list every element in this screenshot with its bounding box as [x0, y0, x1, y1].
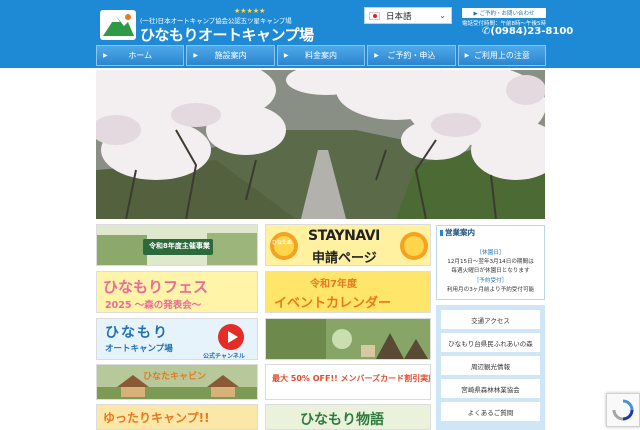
banner-hinamori-story[interactable]: ひなもり物語 — [265, 404, 431, 430]
banner-staynavi-badge: ひなたぬ — [272, 240, 293, 246]
language-select[interactable]: 日本語 ⌄ — [364, 7, 452, 24]
banner-fes-subtitle: 2025 〜森の発表会〜 — [105, 300, 202, 311]
banner-youtube-line2: オートキャンプ場 — [105, 344, 173, 354]
banner-events-title: 令和8年度主催事業 — [149, 242, 210, 250]
banner-staynavi[interactable]: ひなたぬ STAYNAVI 申請ページ — [265, 224, 431, 266]
banner-cabin-title: ひなたキャビン — [143, 372, 207, 382]
nav-facilities[interactable]: ▶ 施設案内 — [186, 45, 275, 66]
hinata-mascot-icon — [270, 232, 298, 260]
banner-youtube-channel[interactable]: ひなもり オートキャンプ場 公式チャンネル — [96, 318, 258, 360]
arrow-right-icon: ▶ — [464, 52, 470, 59]
closed-days-text-2: 毎週火曜日が休園日となります — [451, 268, 530, 274]
sidebar-menu: 交通アクセス ひなもり台県民ふれあいの森 周辺観光情報 宮崎県森林林業協会 よく… — [436, 305, 545, 430]
banner-youtube-line3: 公式チャンネル — [203, 353, 245, 360]
nav-pricing[interactable]: ▶ 料金案内 — [276, 45, 366, 66]
banner-event-calendar[interactable]: 令和7年度 イベントカレンダー — [265, 271, 431, 313]
banner-discount-text: 最大 50% OFF!! メンバーズカード割引実施中! — [272, 374, 431, 383]
banner-story-title: ひなもり物語 — [300, 412, 384, 428]
site-logo[interactable]: ★★★★★ (一社)日本オートキャンプ協会公認五ツ星キャンプ場 ひなもりオートキ… — [100, 7, 314, 44]
arrow-right-icon: ▶ — [283, 52, 289, 59]
rating-stars: ★★★★★ — [234, 7, 266, 15]
arrow-right-icon: ▶ — [193, 52, 199, 59]
banner-yuttari-camp[interactable]: ゆったりキャンプ!! — [96, 404, 258, 430]
japan-flag-icon — [369, 11, 380, 20]
banner-members-discount[interactable]: 最大 50% OFF!! メンバーズカード割引実施中! — [265, 364, 431, 400]
play-icon — [218, 324, 244, 350]
business-info-title: 営業案内 — [437, 226, 544, 240]
banner-calendar-title: イベントカレンダー — [274, 296, 392, 311]
phone-number[interactable]: ✆(0984)23-8100 — [482, 26, 573, 37]
contact-button[interactable]: ▶ ご予約・お問い合わせ — [462, 8, 546, 18]
reservation-label: ［予約受付］ — [473, 278, 508, 284]
recaptcha-icon — [612, 399, 634, 421]
banner-calendar-year: 令和7年度 — [310, 279, 357, 290]
banner-hinata-cabin[interactable]: ひなたキャビン — [96, 364, 258, 400]
reservation-text: 利用月の3ヶ月前より予約受付可能 — [446, 287, 535, 293]
banner-staynavi-title: STAYNAVI — [308, 228, 380, 244]
banner-yuttari-title: ゆったりキャンプ!! — [103, 411, 210, 425]
site-header: ★★★★★ (一社)日本オートキャンプ協会公認五ツ星キャンプ場 ひなもりオートキ… — [0, 0, 640, 68]
banner-youtube-line1: ひなもり — [105, 325, 169, 341]
sidebar-item-faq[interactable]: よくあるご質問 — [441, 402, 540, 421]
nav-home[interactable]: ▶ ホーム — [96, 45, 185, 66]
banner-fes-2025[interactable]: ひなもりフェス 2025 〜森の発表会〜 — [96, 271, 258, 313]
sidebar-item-forest[interactable]: ひなもり台県民ふれあいの森 — [441, 333, 540, 352]
banner-fes-title: ひなもりフェス — [103, 278, 209, 296]
cherry-blossom-road-photo — [96, 70, 545, 219]
banner-events-r8[interactable]: 令和8年度主催事業 — [96, 224, 258, 266]
chevron-down-icon: ⌄ — [439, 11, 446, 20]
main-nav: ▶ ホーム ▶ 施設案内 ▶ 料金案内 ▶ ご予約・申込 ▶ ご利用上の注意 — [96, 45, 547, 66]
hero-image — [96, 70, 545, 219]
sidebar-item-tourism[interactable]: 周辺観光情報 — [441, 356, 540, 375]
sidebar-item-forestry-assoc[interactable]: 宮崎県森林林業協会 — [441, 379, 540, 398]
nav-notes[interactable]: ▶ ご利用上の注意 — [457, 45, 547, 66]
hinata-mascot-icon — [400, 232, 428, 260]
business-info-box: 営業案内 ［休園日］ 12月15日〜翌年3月14日の期間は 毎週火曜日が休園日と… — [436, 225, 545, 300]
nav-reservation[interactable]: ▶ ご予約・申込 — [367, 45, 456, 66]
closed-days-label: ［休園日］ — [476, 250, 505, 256]
site-name: ひなもりオートキャンプ場 — [140, 26, 314, 44]
closed-days-text-1: 12月15日〜翌年3月14日の期間は — [447, 259, 534, 265]
language-selected: 日本語 — [386, 11, 412, 22]
arrow-right-icon: ▶ — [374, 52, 379, 59]
arrow-right-icon: ▶ — [103, 52, 108, 59]
camp-photo-collage — [266, 319, 430, 359]
mountain-logo-icon — [100, 10, 136, 40]
banner-photo-hinamori[interactable] — [265, 318, 431, 360]
recaptcha-badge[interactable] — [606, 393, 640, 427]
banner-staynavi-subtitle: 申請ページ — [312, 251, 377, 266]
sidebar-item-access[interactable]: 交通アクセス — [441, 310, 540, 329]
